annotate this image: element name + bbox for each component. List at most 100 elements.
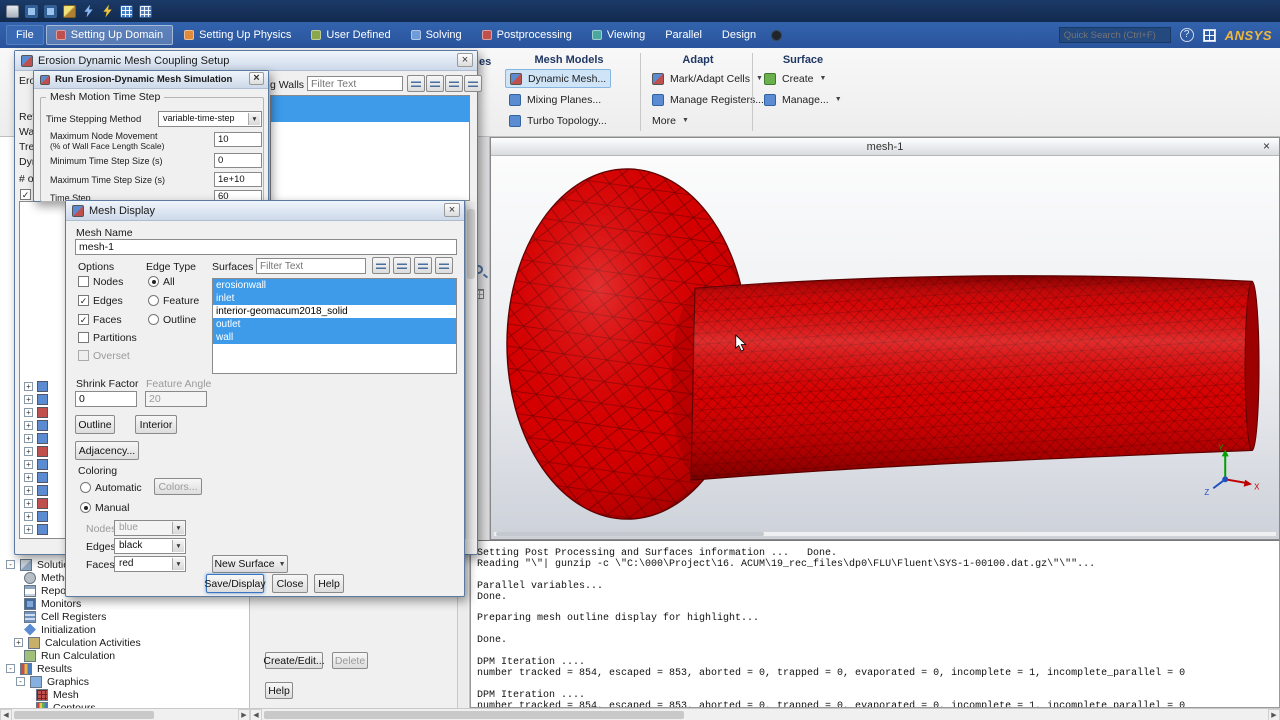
tree-item-cell-registers[interactable]: Cell Registers bbox=[24, 610, 106, 623]
surface-item[interactable]: outlet bbox=[213, 318, 456, 331]
dynamic-mesh-button[interactable]: Dynamic Mesh... bbox=[505, 69, 612, 88]
surface-item[interactable]: wall bbox=[213, 331, 456, 344]
grid-blue-icon-2[interactable] bbox=[139, 4, 152, 18]
manage-registers-button[interactable]: Manage Registers... bbox=[648, 90, 768, 109]
tree-item-initialization[interactable]: Initialization bbox=[24, 623, 96, 636]
mixing-planes-button[interactable]: Mixing Planes... bbox=[505, 90, 605, 109]
walls-filter-input[interactable] bbox=[307, 76, 403, 91]
edges-color-dropdown[interactable]: black bbox=[114, 538, 186, 554]
bolt-blue-icon[interactable] bbox=[84, 4, 93, 18]
tab-solving[interactable]: Solving bbox=[402, 25, 471, 45]
close-icon[interactable]: × bbox=[249, 72, 264, 85]
nodes-checkbox[interactable] bbox=[78, 276, 89, 287]
expander-icon[interactable] bbox=[24, 486, 33, 495]
tab-viewing[interactable]: Viewing bbox=[583, 25, 654, 45]
expander-icon[interactable] bbox=[24, 499, 33, 508]
tab-file[interactable]: File bbox=[6, 25, 44, 45]
tab-design[interactable]: Design bbox=[713, 25, 765, 45]
scroll-right-icon[interactable]: ▶ bbox=[238, 708, 250, 720]
save-icon[interactable] bbox=[6, 4, 19, 18]
expander-icon[interactable] bbox=[24, 395, 33, 404]
mark-adapt-cells-button[interactable]: Mark/Adapt Cells ▼ bbox=[648, 69, 767, 88]
turbo-topology-button[interactable]: Turbo Topology... bbox=[505, 111, 611, 130]
close-button[interactable]: Close bbox=[272, 574, 308, 593]
tree-item-run-calculation[interactable]: Run Calculation bbox=[24, 649, 115, 662]
tree-item-results[interactable]: Results bbox=[6, 662, 72, 675]
new-surface-button[interactable]: New Surface ▼ bbox=[212, 555, 288, 573]
viewport-close-icon[interactable]: × bbox=[1259, 140, 1274, 154]
surfaces-list[interactable]: erosionwall inlet interior-geomacum2018_… bbox=[212, 278, 457, 374]
outline-button[interactable]: Outline bbox=[75, 415, 115, 434]
list-options-icon[interactable] bbox=[435, 257, 453, 274]
expander-icon[interactable] bbox=[24, 473, 33, 482]
console-pane[interactable]: Setting Post Processing and Surfaces inf… bbox=[470, 540, 1280, 708]
expander-icon[interactable] bbox=[24, 447, 33, 456]
clear-selection-icon[interactable] bbox=[426, 75, 444, 92]
more-button[interactable]: More ▼ bbox=[648, 111, 693, 130]
surface-manage-button[interactable]: Manage... ▼ bbox=[760, 90, 846, 109]
surface-create-button[interactable]: Create ▼ bbox=[760, 69, 830, 88]
coupling-dialog-titlebar[interactable]: Erosion Dynamic Mesh Coupling Setup × bbox=[15, 51, 477, 71]
edge-type-feature-radio[interactable] bbox=[148, 295, 159, 306]
scroll-thumb[interactable] bbox=[264, 710, 684, 719]
expander-icon[interactable] bbox=[24, 512, 33, 521]
list-item[interactable] bbox=[271, 96, 469, 109]
grid-blue-icon[interactable] bbox=[120, 4, 133, 18]
tab-setting-up-physics[interactable]: Setting Up Physics bbox=[175, 25, 300, 45]
tab-parallel[interactable]: Parallel bbox=[656, 25, 711, 45]
close-icon[interactable]: × bbox=[444, 203, 460, 217]
quick-search-input[interactable] bbox=[1058, 27, 1171, 43]
create-edit-button[interactable]: Create/Edit... bbox=[263, 652, 325, 669]
scroll-right-icon[interactable]: ▶ bbox=[1268, 708, 1280, 720]
bolt-yellow-icon[interactable] bbox=[103, 4, 112, 18]
expander-icon[interactable] bbox=[24, 382, 33, 391]
expander-icon[interactable] bbox=[6, 560, 15, 569]
expander-icon[interactable] bbox=[16, 677, 25, 686]
shrink-factor-input[interactable] bbox=[75, 391, 137, 407]
expander-icon[interactable] bbox=[24, 525, 33, 534]
expander-icon[interactable] bbox=[6, 664, 15, 673]
max-node-movement-input[interactable] bbox=[214, 132, 262, 147]
edge-type-outline-radio[interactable] bbox=[148, 314, 159, 325]
interior-button[interactable]: Interior bbox=[135, 415, 177, 434]
select-all-icon[interactable] bbox=[372, 257, 390, 274]
main-hscrollbar[interactable]: ◀ ▶ bbox=[250, 708, 1280, 720]
surface-item[interactable]: inlet bbox=[213, 292, 456, 305]
tree-item-graphics[interactable]: Graphics bbox=[16, 675, 89, 688]
monitor-icon[interactable] bbox=[25, 4, 38, 18]
expander-icon[interactable] bbox=[24, 408, 33, 417]
auto-checkbox[interactable] bbox=[20, 189, 31, 200]
scroll-left-icon[interactable]: ◀ bbox=[0, 708, 12, 720]
tab-user-defined[interactable]: User Defined bbox=[302, 25, 399, 45]
tab-setting-up-domain[interactable]: Setting Up Domain bbox=[45, 25, 174, 45]
close-icon[interactable]: × bbox=[457, 53, 473, 67]
run-dialog-titlebar[interactable]: Run Erosion-Dynamic Mesh Simulation × bbox=[34, 71, 268, 89]
partitions-checkbox[interactable] bbox=[78, 332, 89, 343]
surface-item[interactable]: interior-geomacum2018_solid bbox=[213, 305, 456, 318]
list-item[interactable] bbox=[271, 109, 469, 122]
tree-hscrollbar[interactable]: ◀ ▶ bbox=[0, 708, 250, 720]
min-time-step-input[interactable] bbox=[214, 153, 262, 168]
expander-icon[interactable] bbox=[24, 460, 33, 469]
faces-checkbox[interactable] bbox=[78, 314, 89, 325]
edge-type-all-radio[interactable] bbox=[148, 276, 159, 287]
walls-list[interactable] bbox=[270, 95, 470, 201]
tab-postprocessing[interactable]: Postprocessing bbox=[473, 25, 581, 45]
surfaces-filter-input[interactable] bbox=[256, 258, 366, 274]
coloring-automatic-radio[interactable] bbox=[80, 482, 91, 493]
list-options-icon[interactable] bbox=[464, 75, 482, 92]
invert-selection-icon[interactable] bbox=[445, 75, 463, 92]
save-display-button[interactable]: Save/Display bbox=[204, 574, 266, 593]
scroll-thumb[interactable] bbox=[14, 710, 154, 719]
viewport-hscrollbar[interactable] bbox=[493, 531, 1277, 537]
max-time-step-input[interactable] bbox=[214, 172, 262, 187]
mesh-display-titlebar[interactable]: Mesh Display × bbox=[66, 201, 464, 221]
tree-item-mesh[interactable]: Mesh bbox=[36, 688, 79, 701]
task-help-button[interactable]: Help bbox=[265, 682, 293, 699]
expander-icon[interactable] bbox=[14, 638, 23, 647]
expander-icon[interactable] bbox=[24, 434, 33, 443]
mesh-render-area[interactable]: Y X Z bbox=[491, 156, 1279, 539]
tree-item-monitors[interactable]: Monitors bbox=[24, 597, 81, 610]
mesh-name-input[interactable] bbox=[75, 239, 457, 255]
tree-item-calculation-activities[interactable]: Calculation Activities bbox=[14, 636, 141, 649]
